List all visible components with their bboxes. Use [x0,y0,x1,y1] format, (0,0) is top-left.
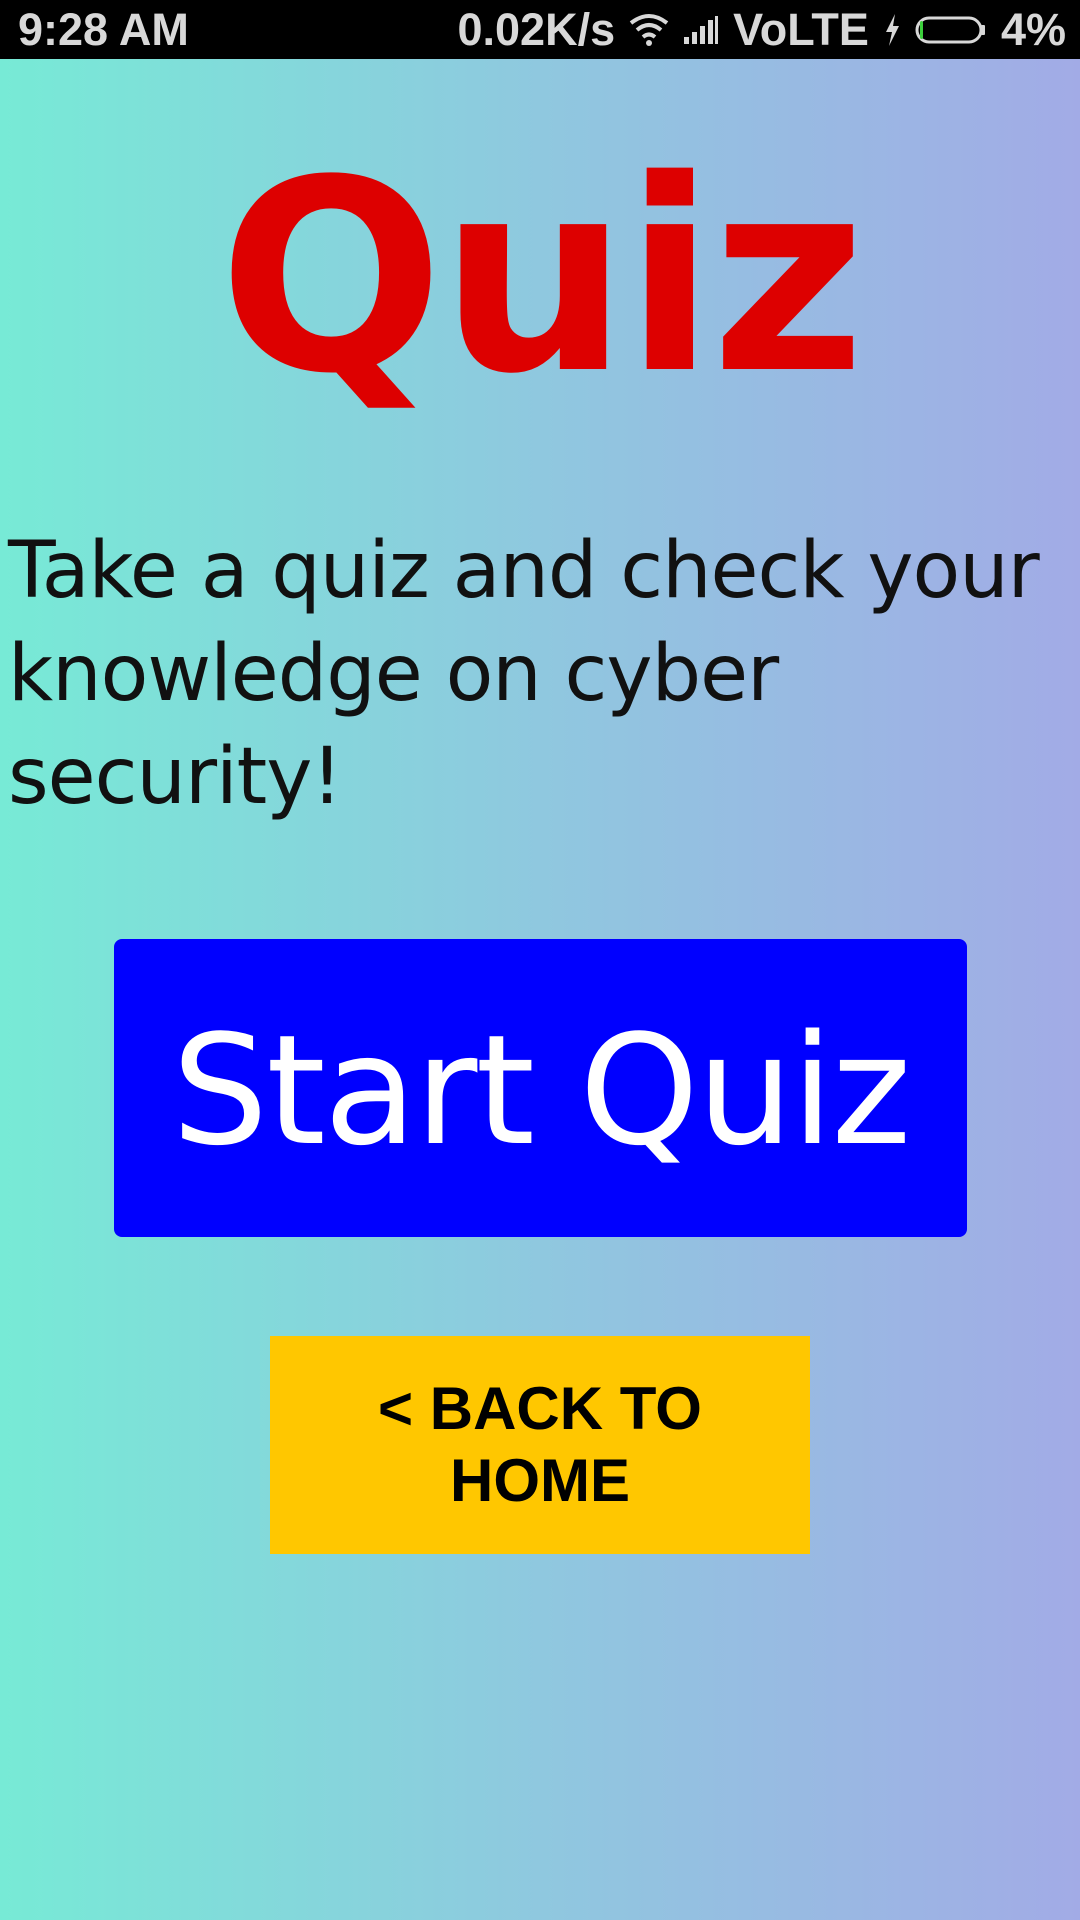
start-quiz-label: Start Quiz [171,1001,912,1179]
status-bar: 9:28 AM 0.02K/s VoLTE 4% [0,0,1080,59]
signal-icon [683,15,719,45]
quiz-description: Take a quiz and check your knowledge on … [8,526,1040,822]
network-type: VoLTE [733,4,869,55]
battery-percent: 4% [1000,4,1066,55]
page-title: Quiz [218,124,865,432]
start-quiz-button[interactable]: Start Quiz [114,939,967,1237]
back-label-line-1: < BACK TO [378,1375,702,1442]
back-label-line-2: HOME [450,1447,630,1514]
battery-icon [915,15,987,45]
back-to-home-button[interactable]: < BACK TO HOME [270,1336,810,1554]
charging-icon [883,13,901,47]
network-speed: 0.02K/s [457,4,616,55]
status-right-group: 0.02K/s VoLTE 4% [458,7,1067,52]
status-time: 9:28 AM [18,4,189,55]
quiz-screen: 9:28 AM 0.02K/s VoLTE 4% Quiz Take a qui… [0,0,1080,1920]
wifi-icon [629,13,669,47]
back-to-home-label: < BACK TO HOME [378,1373,702,1517]
